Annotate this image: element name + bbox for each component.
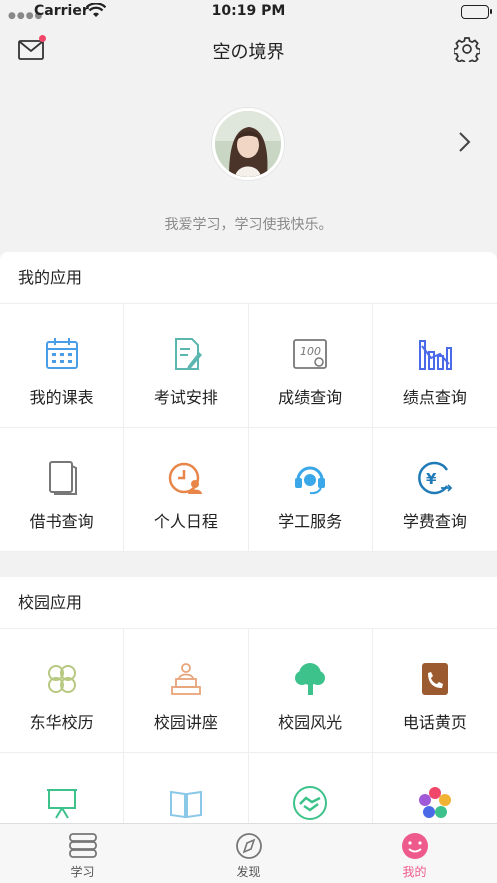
gpa-chart-icon xyxy=(418,340,452,370)
app-school-calendar[interactable]: 东华校历 xyxy=(0,629,125,753)
app-label: 学费查询 xyxy=(402,512,467,531)
books-icon xyxy=(68,833,97,858)
campus-apps-section: 校园应用 东华校历 校园讲座 校园风光 电话黄页 xyxy=(0,577,497,877)
app-personal-schedule[interactable]: 个人日程 xyxy=(124,428,249,552)
chevron-right-icon[interactable] xyxy=(457,130,473,154)
svg-text:100: 100 xyxy=(300,345,321,358)
clock-time: 10:19 PM xyxy=(211,3,286,19)
app-campus-scenery[interactable]: 校园风光 xyxy=(248,629,373,753)
tab-label: 我的 xyxy=(402,865,427,879)
app-tuition-query[interactable]: ¥ 学费查询 xyxy=(372,428,497,552)
score-100-icon: 100 xyxy=(293,339,328,369)
app-label: 校园讲座 xyxy=(153,713,218,732)
open-book-icon xyxy=(169,790,202,819)
my-apps-section: 我的应用 我的课表 考试安排 100 成绩查询 绩点查询 借书查询 个人日程 学… xyxy=(0,252,497,552)
tab-label: 发现 xyxy=(236,865,261,879)
app-label: 校园风光 xyxy=(278,713,343,732)
handshake-icon xyxy=(293,786,328,820)
app-campus-lecture[interactable]: 校园讲座 xyxy=(124,629,249,753)
presentation-board-icon xyxy=(46,789,77,819)
tab-bar: 学习 发现 我的 xyxy=(0,823,497,883)
app-gpa-query[interactable]: 绩点查询 xyxy=(372,304,497,428)
section-title: 我的应用 xyxy=(0,252,497,304)
profile-header[interactable]: 我爱学习，学习使我快乐。 xyxy=(0,76,497,251)
tree-icon xyxy=(295,663,326,695)
app-label: 电话黄页 xyxy=(402,713,467,732)
svg-text:¥: ¥ xyxy=(426,470,437,488)
settings-button[interactable] xyxy=(452,36,482,66)
app-exam-schedule[interactable]: 考试安排 xyxy=(124,304,249,428)
profile-motto: 我爱学习，学习使我快乐。 xyxy=(164,217,333,233)
page-title: 空の境界 xyxy=(212,42,285,63)
tab-discover[interactable]: 发现 xyxy=(166,824,331,883)
app-label: 成绩查询 xyxy=(278,388,343,407)
app-label: 学工服务 xyxy=(278,512,343,531)
avatar[interactable] xyxy=(212,108,284,180)
clover-icon xyxy=(47,665,76,693)
navigation-bar: 空の境界 xyxy=(0,28,497,72)
gear-icon xyxy=(452,37,482,66)
section-title: 校园应用 xyxy=(0,577,497,629)
app-my-timetable[interactable]: 我的课表 xyxy=(0,304,125,428)
tab-label: 学习 xyxy=(70,865,95,879)
headset-icon xyxy=(295,466,326,495)
colorful-flower-icon xyxy=(418,787,451,818)
lecture-podium-icon xyxy=(170,663,201,695)
smiley-icon xyxy=(401,833,428,859)
battery-icon xyxy=(461,5,492,19)
app-label: 我的课表 xyxy=(29,388,94,407)
app-grade-query[interactable]: 100 成绩查询 xyxy=(248,304,373,428)
app-label: 考试安排 xyxy=(153,388,218,407)
status-bar: ●●●● Carrier 10:19 PM xyxy=(0,0,497,24)
calendar-icon xyxy=(45,338,78,369)
tab-mine[interactable]: 我的 xyxy=(332,824,497,883)
tab-study[interactable]: 学习 xyxy=(0,824,165,883)
compass-icon xyxy=(235,833,262,859)
yuan-coin-icon: ¥ xyxy=(417,461,453,495)
app-library-query[interactable]: 借书查询 xyxy=(0,428,125,552)
app-label: 东华校历 xyxy=(29,713,94,732)
schedule-clock-icon xyxy=(168,462,202,494)
app-student-services[interactable]: 学工服务 xyxy=(248,428,373,552)
app-label: 借书查询 xyxy=(29,512,94,531)
book-icon xyxy=(48,461,77,495)
app-phone-directory[interactable]: 电话黄页 xyxy=(372,629,497,753)
exam-edit-icon xyxy=(174,338,202,370)
app-label: 绩点查询 xyxy=(402,388,467,407)
app-label: 个人日程 xyxy=(153,512,218,531)
phone-book-icon xyxy=(421,663,448,695)
